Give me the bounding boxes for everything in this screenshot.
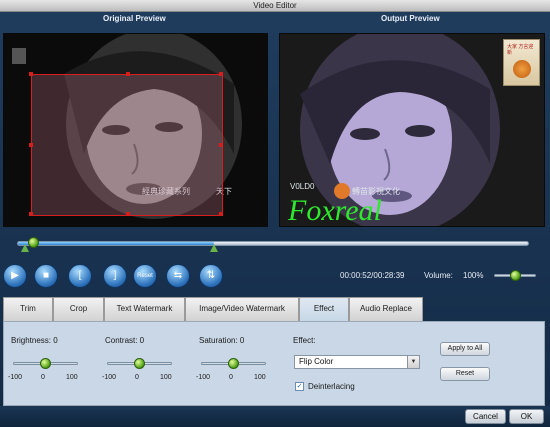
footer-bar: Cancel OK — [0, 406, 550, 427]
flip-horizontal-button[interactable]: ⇆ — [166, 264, 190, 288]
contrast-label: Contrast: 0 — [105, 336, 145, 345]
effect-select[interactable]: Flip Color ▼ — [294, 355, 420, 369]
logo-circle-icon — [513, 60, 531, 78]
crop-handle[interactable] — [219, 72, 223, 76]
volume-label: Volume: — [424, 271, 453, 280]
checkmark-icon: ✓ — [296, 383, 303, 390]
contrast-scale-max: 100 — [160, 374, 172, 381]
original-preview: 經典珍藏系列 天下 — [3, 33, 268, 227]
crop-handle[interactable] — [126, 72, 130, 76]
deinterlacing-checkbox[interactable]: ✓ — [295, 382, 304, 391]
saturation-scale-min: -100 — [196, 374, 211, 381]
crop-handle[interactable] — [126, 212, 130, 216]
text-watermark: Foxreal — [288, 194, 382, 227]
tab-trim[interactable]: Trim — [3, 297, 53, 321]
tab-audio-replace[interactable]: Audio Replace — [349, 297, 423, 321]
saturation-scale-max: 100 — [254, 374, 266, 381]
tab-image-video-watermark[interactable]: Image/Video Watermark — [185, 297, 299, 321]
output-preview-label: Output Preview — [381, 14, 440, 23]
brightness-scale-max: 100 — [66, 374, 78, 381]
ok-button[interactable]: OK — [509, 409, 544, 424]
output-preview: 大家 方言迎新 V0LD0 轉苗影視文化 Foxreal — [279, 33, 545, 227]
logo-text: 大家 方言迎新 — [507, 44, 534, 56]
crop-rectangle[interactable] — [29, 72, 223, 216]
watermark-logo-image: 大家 方言迎新 — [503, 39, 540, 86]
original-preview-label: Original Preview — [103, 14, 166, 23]
play-button[interactable]: ▶ — [3, 264, 27, 288]
tab-crop[interactable]: Crop — [53, 297, 104, 321]
trim-start-marker[interactable] — [21, 244, 29, 252]
time-readout: 00:00:52/00:28:39 — [340, 271, 405, 280]
editor-tabs: Trim Crop Text Watermark Image/Video Wat… — [3, 297, 545, 321]
saturation-label: Saturation: 0 — [199, 336, 245, 345]
timeline-progress — [18, 242, 215, 245]
timeline-thumb[interactable] — [28, 237, 39, 248]
crop-handle[interactable] — [219, 212, 223, 216]
brightness-label: Brightness: 0 — [11, 336, 58, 345]
contrast-thumb[interactable] — [134, 358, 145, 369]
contrast-scale-mid: 0 — [135, 374, 139, 381]
stop-button[interactable]: ■ — [34, 264, 58, 288]
saturation-thumb[interactable] — [228, 358, 239, 369]
saturation-scale-mid: 0 — [229, 374, 233, 381]
contrast-scale-min: -100 — [102, 374, 117, 381]
deinterlacing-label: Deinterlacing — [308, 382, 355, 391]
crop-handle[interactable] — [219, 143, 223, 147]
tab-effect[interactable]: Effect — [299, 297, 349, 321]
brightness-scale-mid: 0 — [41, 374, 45, 381]
tab-text-watermark[interactable]: Text Watermark — [104, 297, 185, 321]
chevron-down-icon[interactable]: ▼ — [407, 356, 419, 368]
mark-in-button[interactable]: [ — [68, 264, 92, 288]
mark-out-button[interactable]: ] — [103, 264, 127, 288]
effect-panel: Brightness: 0 -100 0 100 Contrast: 0 -10… — [3, 321, 545, 406]
video-editor-window: Video Editor Original Preview Output Pre… — [0, 0, 550, 427]
volume-value: 100% — [463, 271, 484, 280]
flip-vertical-button[interactable]: ⇅ — [199, 264, 223, 288]
reset-effect-button[interactable]: Reset — [440, 367, 490, 381]
trim-end-marker[interactable] — [210, 244, 218, 252]
reset-playback-button[interactable]: Reset — [133, 264, 157, 288]
effect-label: Effect: — [293, 336, 316, 345]
brightness-scale-min: -100 — [8, 374, 23, 381]
brightness-thumb[interactable] — [40, 358, 51, 369]
apply-to-all-button[interactable]: Apply to All — [440, 342, 490, 356]
timeline-slider[interactable] — [17, 241, 529, 246]
effect-select-value: Flip Color — [299, 357, 334, 366]
cancel-button[interactable]: Cancel — [465, 409, 506, 424]
output-caption-left: V0LD0 — [290, 182, 315, 191]
crop-handle[interactable] — [29, 143, 33, 147]
volume-thumb[interactable] — [510, 270, 521, 281]
crop-handle[interactable] — [29, 72, 33, 76]
crop-handle[interactable] — [29, 212, 33, 216]
window-title: Video Editor — [0, 0, 550, 12]
